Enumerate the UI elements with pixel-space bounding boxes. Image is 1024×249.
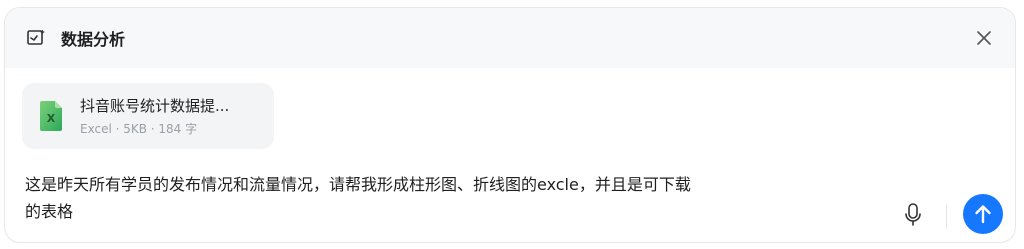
attachment-card[interactable]: X 抖音账号统计数据提... Excel · 5KB · 184 字 [22, 83, 274, 149]
close-button[interactable] [971, 25, 997, 51]
attachment-meta: 抖音账号统计数据提... Excel · 5KB · 184 字 [80, 96, 229, 137]
send-button[interactable] [963, 194, 1003, 234]
panel-title: 数据分析 [61, 30, 126, 49]
close-icon [977, 31, 991, 45]
chart-mode-icon [25, 27, 47, 49]
file-icon-letter: X [47, 112, 56, 125]
message-input[interactable]: 这是昨天所有学员的发布情况和流量情况，请帮我形成柱形图、折线图的excle，并且… [25, 171, 875, 225]
attachment-file-name: 抖音账号统计数据提... [80, 96, 230, 115]
attachment-file-info: Excel · 5KB · 184 字 [80, 121, 198, 136]
microphone-button[interactable] [902, 202, 924, 228]
data-analysis-panel: 数据分析 X 抖音账号统计数据提... Excel · 5KB · 184 字 … [4, 7, 1016, 243]
excel-file-icon: X [40, 101, 62, 131]
composer-divider [946, 205, 947, 229]
arrow-up-icon [975, 205, 991, 224]
panel-header: 数据分析 [5, 8, 1015, 68]
microphone-icon [905, 203, 921, 226]
